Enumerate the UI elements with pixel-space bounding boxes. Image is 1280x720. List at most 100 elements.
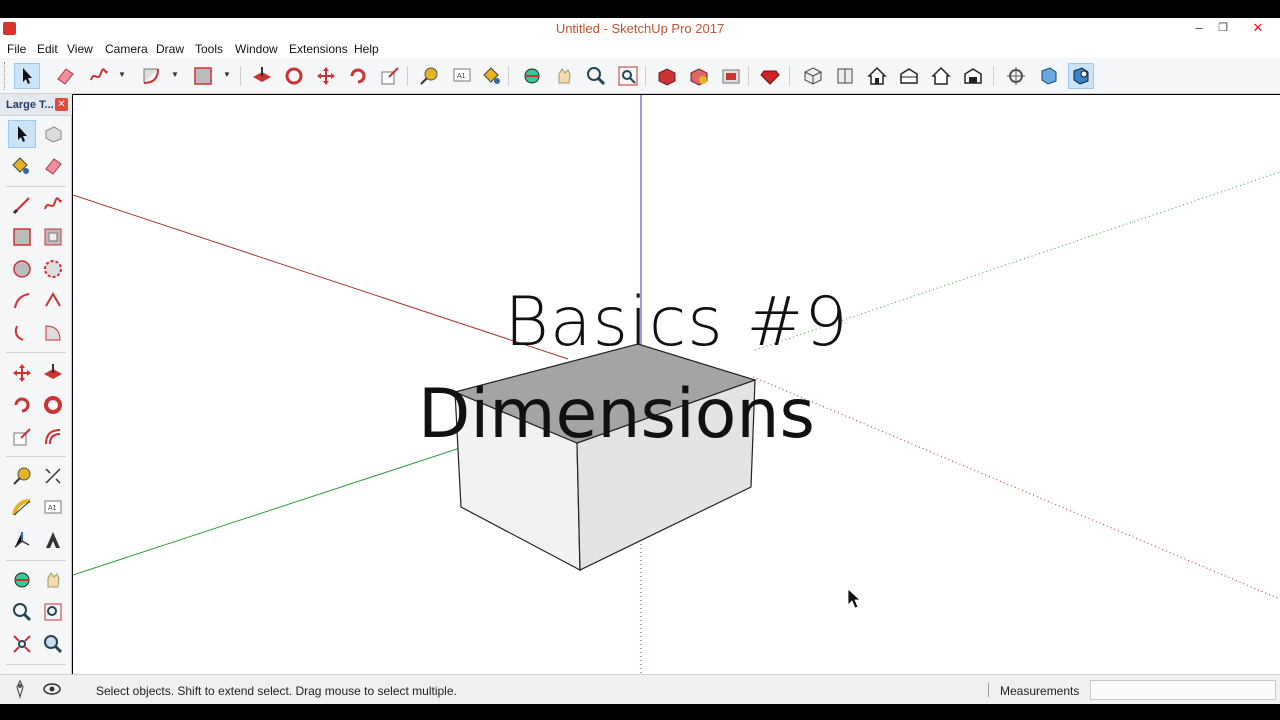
svg-text:A1: A1 bbox=[457, 73, 466, 80]
circle-tool-icon[interactable] bbox=[8, 255, 36, 283]
push-pull-icon[interactable] bbox=[39, 359, 67, 387]
status-separator bbox=[988, 683, 989, 697]
protractor-icon[interactable] bbox=[8, 494, 36, 522]
rotated-rectangle-icon[interactable] bbox=[39, 223, 67, 251]
section-plane-icon[interactable] bbox=[1003, 63, 1029, 89]
menu-view[interactable]: View bbox=[67, 42, 93, 56]
scale-tool-icon[interactable] bbox=[8, 423, 36, 451]
menu-camera[interactable]: Camera bbox=[105, 42, 148, 56]
zoom-extents-icon[interactable] bbox=[615, 63, 641, 89]
toolbar-separator bbox=[993, 66, 994, 86]
scale-tool-icon[interactable] bbox=[377, 63, 403, 89]
make-component-icon[interactable] bbox=[39, 120, 67, 148]
line-tool-icon[interactable] bbox=[8, 191, 36, 219]
eraser-tool-icon[interactable] bbox=[52, 63, 78, 89]
display-section-planes-icon[interactable] bbox=[1036, 63, 1062, 89]
status-bar: Select objects. Shift to extend select. … bbox=[0, 674, 1280, 704]
menu-help[interactable]: Help bbox=[354, 42, 379, 56]
rotate-tool-icon[interactable] bbox=[8, 391, 36, 419]
menu-window[interactable]: Window bbox=[235, 42, 278, 56]
close-button[interactable]: ✕ bbox=[1242, 18, 1274, 38]
move-tool-icon[interactable] bbox=[8, 359, 36, 387]
iso-view-icon[interactable] bbox=[800, 63, 826, 89]
paint-bucket-icon[interactable] bbox=[6, 152, 34, 180]
display-section-cuts-icon[interactable] bbox=[1068, 63, 1094, 89]
menu-draw[interactable]: Draw bbox=[156, 42, 184, 56]
two-point-arc-icon[interactable] bbox=[39, 287, 67, 315]
offset-tool-icon[interactable] bbox=[39, 423, 67, 451]
move-tool-icon[interactable] bbox=[313, 63, 339, 89]
paint-bucket-icon[interactable] bbox=[478, 63, 504, 89]
chevron-down-icon[interactable]: ▼ bbox=[171, 70, 181, 80]
3d-warehouse-icon[interactable] bbox=[654, 63, 680, 89]
text-tool-icon[interactable]: A1 bbox=[39, 494, 67, 522]
rotate-tool-icon[interactable] bbox=[345, 63, 371, 89]
measurements-label: Measurements bbox=[1000, 684, 1080, 698]
zoom-tool-icon[interactable] bbox=[8, 598, 36, 626]
menu-edit[interactable]: Edit bbox=[37, 42, 58, 56]
menu-extensions[interactable]: Extensions bbox=[289, 42, 348, 56]
polygon-tool-icon[interactable] bbox=[39, 255, 67, 283]
axes-tool-icon[interactable] bbox=[8, 526, 36, 554]
restore-button[interactable]: ❐ bbox=[1207, 18, 1239, 38]
3d-text-icon[interactable] bbox=[39, 526, 67, 554]
eraser-tool-icon[interactable] bbox=[39, 152, 67, 180]
top-view-icon[interactable] bbox=[832, 63, 858, 89]
share-component-icon[interactable] bbox=[686, 63, 712, 89]
extension-warehouse-icon[interactable] bbox=[718, 63, 744, 89]
bottom-black-bar bbox=[0, 704, 1280, 720]
tape-measure-icon[interactable] bbox=[416, 63, 442, 89]
panel-header[interactable]: Large T... ✕ bbox=[0, 94, 72, 116]
panel-close-icon[interactable]: ✕ bbox=[55, 98, 68, 111]
chevron-down-icon[interactable]: ▼ bbox=[118, 70, 128, 80]
rectangle-tool-icon[interactable] bbox=[190, 63, 216, 89]
video-title-line2: Dimensions bbox=[418, 375, 815, 454]
toolbar-grip[interactable] bbox=[4, 62, 7, 90]
ruby-console-icon[interactable] bbox=[757, 63, 783, 89]
orbit-tool-icon[interactable] bbox=[8, 566, 36, 594]
zoom-window-icon[interactable] bbox=[39, 598, 67, 626]
credits-eye-icon[interactable] bbox=[42, 679, 62, 699]
status-hint-text: Select objects. Shift to extend select. … bbox=[96, 684, 457, 698]
zoom-tool-icon[interactable] bbox=[583, 63, 609, 89]
right-view-icon[interactable] bbox=[896, 63, 922, 89]
back-view-icon[interactable] bbox=[928, 63, 954, 89]
dimension-tool-icon[interactable] bbox=[39, 462, 67, 490]
green-axis-line bbox=[73, 446, 464, 576]
video-title-line1: Basics #9 bbox=[504, 283, 849, 362]
select-tool-icon[interactable] bbox=[14, 63, 40, 89]
tape-measure-icon[interactable] bbox=[8, 462, 36, 490]
menu-tools[interactable]: Tools bbox=[195, 42, 223, 56]
rectangle-tool-icon[interactable] bbox=[8, 223, 36, 251]
mouse-cursor-icon bbox=[847, 588, 862, 609]
arc-tool-icon[interactable] bbox=[138, 63, 164, 89]
measurements-input[interactable] bbox=[1090, 680, 1276, 700]
menu-file[interactable]: File bbox=[7, 42, 26, 56]
zoom-extents-icon[interactable] bbox=[8, 630, 36, 658]
left-view-icon[interactable] bbox=[960, 63, 986, 89]
front-view-icon[interactable] bbox=[864, 63, 890, 89]
follow-me-icon[interactable] bbox=[281, 63, 307, 89]
text-tool-icon[interactable]: A1 bbox=[449, 63, 475, 89]
follow-me-icon[interactable] bbox=[39, 391, 67, 419]
three-point-arc-icon[interactable] bbox=[8, 319, 36, 347]
window-title: Untitled - SketchUp Pro 2017 bbox=[555, 21, 725, 36]
orbit-tool-icon[interactable] bbox=[519, 63, 545, 89]
toolbar-separator bbox=[645, 66, 646, 86]
freehand-tool-icon[interactable] bbox=[39, 191, 67, 219]
pie-tool-icon[interactable] bbox=[39, 319, 67, 347]
arc-tool-icon[interactable] bbox=[8, 287, 36, 315]
chevron-down-icon[interactable]: ▼ bbox=[223, 70, 233, 80]
panel-separator bbox=[6, 456, 66, 457]
menu-bar: File Edit View Camera Draw Tools Window … bbox=[0, 40, 1280, 58]
previous-view-icon[interactable] bbox=[39, 630, 67, 658]
3d-modeling-viewport[interactable]: Basics #9 Dimensions bbox=[73, 95, 1280, 674]
freehand-tool-icon[interactable] bbox=[86, 63, 112, 89]
pan-tool-icon[interactable] bbox=[551, 63, 577, 89]
toolbar-separator bbox=[789, 66, 790, 86]
pan-tool-icon[interactable] bbox=[39, 566, 67, 594]
push-pull-icon[interactable] bbox=[249, 63, 275, 89]
top-black-bar bbox=[0, 0, 1280, 18]
geo-location-icon[interactable] bbox=[10, 679, 30, 699]
select-tool-icon[interactable] bbox=[8, 120, 36, 148]
